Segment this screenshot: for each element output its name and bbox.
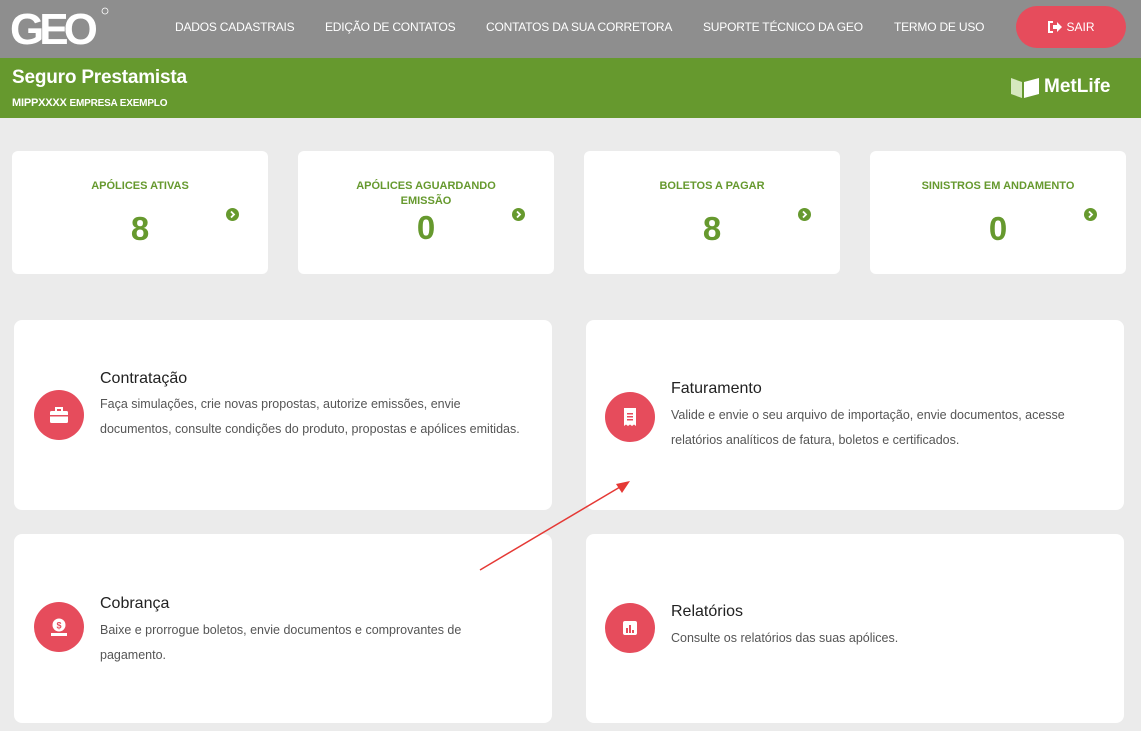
receipt-icon [605, 392, 655, 442]
stat-card-apolices-ativas[interactable]: APÓLICES ATIVAS 8 [12, 151, 268, 274]
company-name: EMPRESA EXEMPLO [69, 98, 168, 109]
svg-text:$: $ [56, 621, 61, 631]
feature-card-faturamento[interactable]: Faturamento Valide e envie o seu arquivo… [586, 320, 1124, 510]
policy-code: MIPPXXXX [12, 97, 67, 109]
feature-description: Faça simulações, crie novas propostas, a… [100, 397, 520, 436]
feature-title: Faturamento [671, 380, 762, 397]
nav-dados-cadastrais[interactable]: DADOS CADASTRAIS [175, 20, 295, 34]
logout-icon [1048, 21, 1063, 33]
bar-chart-icon [605, 603, 655, 653]
chevron-right-circle-icon[interactable] [798, 208, 811, 221]
geo-logo[interactable]: GEO [10, 6, 110, 50]
feature-description: Consulte os relatórios das suas apólices… [671, 631, 899, 645]
chevron-right-circle-icon[interactable] [226, 208, 239, 221]
stat-card-boletos-a-pagar[interactable]: BOLETOS A PAGAR 8 [584, 151, 840, 274]
logout-label: SAIR [1066, 20, 1095, 34]
product-bar: Seguro Prestamista MIPPXXXX EMPRESA EXEM… [0, 58, 1141, 118]
briefcase-icon [34, 390, 84, 440]
logout-button[interactable]: SAIR [1016, 6, 1126, 48]
nav-termo-de-uso[interactable]: TERMO DE USO [894, 20, 984, 34]
stat-value: 0 [988, 210, 1008, 247]
stat-value: 0 [416, 209, 436, 246]
svg-text:GEO: GEO [10, 6, 97, 50]
stat-label: APÓLICES AGUARDANDO EMISSÃO [356, 180, 496, 207]
nav-suporte-tecnico[interactable]: SUPORTE TÉCNICO DA GEO [703, 20, 863, 34]
feature-title: Relatórios [671, 603, 744, 620]
stat-card-apolices-aguardando[interactable]: APÓLICES AGUARDANDO EMISSÃO 0 [298, 151, 554, 274]
feature-description: Valide e envie o seu arquivo de importaç… [671, 408, 1065, 447]
feature-title: Cobrança [100, 595, 170, 612]
feature-title: Contratação [100, 370, 188, 387]
chevron-right-circle-icon[interactable] [512, 208, 525, 221]
stat-value: 8 [702, 210, 722, 247]
nav-edicao-de-contatos[interactable]: EDIÇÃO DE CONTATOS [325, 20, 456, 34]
money-bag-icon: $ [34, 602, 84, 652]
stat-label: BOLETOS A PAGAR [659, 180, 765, 192]
metlife-logo: MetLife [1011, 76, 1111, 98]
top-navigation-bar: GEO DADOS CADASTRAIS EDIÇÃO DE CONTATOS … [0, 0, 1141, 58]
stat-card-sinistros[interactable]: SINISTROS EM ANDAMENTO 0 [870, 151, 1126, 274]
nav-contatos-corretora[interactable]: CONTATOS DA SUA CORRETORA [486, 20, 672, 34]
stat-value: 8 [130, 210, 150, 247]
metlife-text: MetLife [1044, 76, 1111, 97]
metlife-m-icon [1011, 78, 1039, 98]
feature-card-relatorios[interactable]: Relatórios Consulte os relatórios das su… [586, 534, 1124, 723]
chevron-right-circle-icon[interactable] [1084, 208, 1097, 221]
stat-label: SINISTROS EM ANDAMENTO [921, 180, 1075, 192]
feature-description: Baixe e prorrogue boletos, envie documen… [100, 623, 462, 662]
feature-card-contratacao[interactable]: Contratação Faça simulações, crie novas … [14, 320, 552, 510]
stat-label: APÓLICES ATIVAS [91, 180, 189, 192]
product-title: Seguro Prestamista [12, 67, 187, 88]
feature-card-cobranca[interactable]: $ Cobrança Baixe e prorrogue boletos, en… [14, 534, 552, 723]
product-subtitle: MIPPXXXX EMPRESA EXEMPLO [12, 97, 167, 109]
